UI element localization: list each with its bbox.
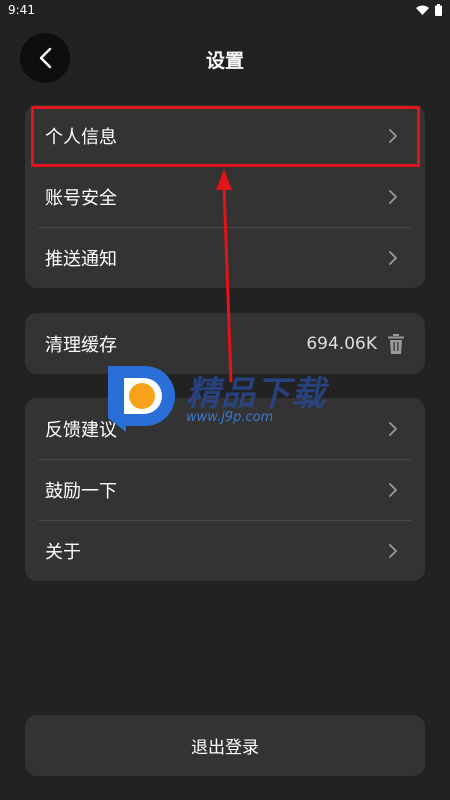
trash-icon[interactable] [387,333,405,354]
chevron-right-icon [389,421,397,436]
settings-row-clear-cache[interactable]: 清理缓存 694.06K [25,313,425,374]
chevron-right-icon [389,189,397,204]
status-icons [416,4,442,16]
page-title: 设置 [205,50,244,72]
settings-row-personal-info[interactable]: 个人信息 [25,105,425,166]
settings-screen: 9:41 设置 个人信息 账号安全 推送通知 清理缓存 694.06K 反馈建议… [0,0,450,800]
row-label: 清理缓存 [45,334,117,356]
cache-size-value: 694.06K [306,333,377,354]
row-label: 关于 [45,541,81,563]
settings-row-rate-app[interactable]: 鼓励一下 [25,459,425,520]
row-label: 个人信息 [45,126,117,148]
row-label: 推送通知 [45,248,117,270]
row-label: 账号安全 [45,187,117,209]
wifi-icon [416,5,429,15]
settings-row-about[interactable]: 关于 [25,520,425,581]
chevron-right-icon [389,543,397,558]
battery-icon [435,4,442,16]
status-time: 9:41 [8,3,35,17]
settings-row-feedback[interactable]: 反馈建议 [25,398,425,459]
status-bar: 9:41 [0,0,450,20]
row-label: 反馈建议 [45,419,117,441]
chevron-right-icon [389,250,397,265]
chevron-right-icon [389,128,397,143]
row-label: 鼓励一下 [45,480,117,502]
cache-card: 清理缓存 694.06K [25,313,425,374]
chevron-right-icon [389,482,397,497]
logout-button[interactable]: 退出登录 [25,715,425,776]
settings-row-account-security[interactable]: 账号安全 [25,166,425,227]
settings-row-push-notifications[interactable]: 推送通知 [25,227,425,288]
about-card: 反馈建议 鼓励一下 关于 [25,398,425,581]
account-settings-card: 个人信息 账号安全 推送通知 [25,105,425,288]
